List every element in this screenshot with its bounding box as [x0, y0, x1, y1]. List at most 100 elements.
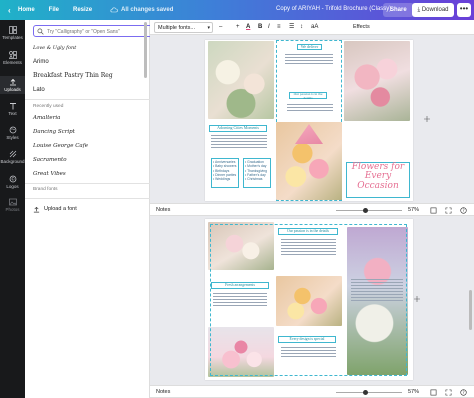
page-number-icon[interactable]: [430, 389, 437, 396]
case-icon[interactable]: aA: [311, 23, 318, 32]
upload-font-button[interactable]: Upload a font: [33, 203, 77, 215]
cursor-icon: [414, 296, 420, 302]
download-label: Download: [421, 7, 449, 13]
list-item: Weddings: [213, 177, 237, 181]
chevron-down-icon: ▾: [207, 25, 210, 31]
help-icon[interactable]: ?: [460, 207, 467, 214]
font-item-recent[interactable]: Dancing Script: [33, 126, 163, 138]
spacing-icon[interactable]: ↕: [300, 23, 303, 32]
script-title-line-1: Flowers for Every: [351, 162, 405, 182]
rail-item-logos[interactable]: © Logos: [0, 175, 25, 189]
bold-button[interactable]: B: [258, 23, 262, 32]
home-button[interactable]: Home: [0, 6, 42, 15]
top-bar: Home File Resize All changes saved Copy …: [0, 0, 474, 20]
page-1-bar: Notes 57% ?: [150, 203, 474, 216]
font-item-lato[interactable]: Lato ✓: [33, 84, 163, 96]
list-item: Christmas: [245, 177, 269, 181]
zoom-slider[interactable]: [336, 208, 402, 213]
rail-label: Uploads: [4, 87, 21, 92]
panel-scrollbar[interactable]: [144, 22, 147, 78]
font-name: Lato: [33, 87, 45, 93]
font-size-decrease-button[interactable]: –: [219, 23, 222, 32]
zoom-level[interactable]: 57%: [408, 389, 419, 395]
styles-icon: [9, 126, 16, 134]
guide-box: [210, 224, 407, 376]
heading-we-deliver[interactable]: We deliver: [297, 44, 322, 50]
zoom-level[interactable]: 57%: [408, 207, 419, 213]
rail-item-text[interactable]: Text: [0, 102, 25, 116]
rail-item-photos[interactable]: Photos: [0, 198, 25, 212]
body-text[interactable]: [285, 54, 333, 64]
font-item-recent[interactable]: Louise George Cafe: [33, 140, 163, 152]
rail-label: Background: [0, 159, 25, 164]
page-2-bar: Notes 57% ?: [150, 385, 474, 398]
rail-label: Logos: [6, 184, 19, 189]
rail-item-elements[interactable]: Elements: [0, 51, 25, 65]
zoom-slider-thumb[interactable]: [363, 390, 369, 395]
list-icon[interactable]: ☰: [289, 23, 294, 32]
event-list-right[interactable]: Graduation Mother's day Thanksgiving Fat…: [243, 158, 271, 188]
effects-button[interactable]: Effects: [353, 23, 370, 32]
font-panel: Love & Ugly font ✓ Arimo ✓ Breakfast Pas…: [25, 20, 166, 398]
font-item-recent[interactable]: Sacramento: [33, 154, 163, 166]
download-icon: ⤓: [417, 7, 421, 13]
expand-icon[interactable]: [445, 207, 452, 214]
divider: [25, 183, 150, 184]
body-text[interactable]: [287, 104, 333, 111]
notes-button[interactable]: Notes: [156, 389, 170, 395]
italic-button[interactable]: I: [268, 23, 270, 32]
event-list-left[interactable]: Anniversaries Baby showers Birthdays Din…: [211, 158, 239, 188]
rail-label: Elements: [3, 60, 22, 65]
share-button[interactable]: Share: [383, 3, 414, 17]
font-item-recent[interactable]: Great Vibes: [33, 168, 163, 180]
font-size-increase-button[interactable]: +: [236, 23, 240, 32]
download-button[interactable]: ⤓ Download: [412, 3, 454, 17]
zoom-slider-thumb[interactable]: [363, 208, 369, 213]
flower-photo[interactable]: [344, 41, 410, 121]
brochure-page-1[interactable]: We deliver Our passion is in the details…: [205, 40, 413, 201]
list-item: Mother's day: [245, 164, 269, 168]
background-icon: [9, 150, 16, 158]
expand-icon[interactable]: [445, 389, 452, 396]
page-number-icon[interactable]: [430, 207, 437, 214]
save-status-text: All changes saved: [121, 7, 174, 13]
script-title[interactable]: Flowers for Every Occasion: [346, 162, 410, 198]
font-dropdown-value: Multiple fonts...: [158, 25, 195, 31]
recently-used-label: Recently used: [33, 104, 64, 109]
font-name: Arimo: [33, 59, 49, 65]
notes-button[interactable]: Notes: [156, 207, 170, 213]
rail-item-templates[interactable]: Templates: [0, 26, 25, 40]
text-color-button[interactable]: A: [246, 23, 250, 32]
align-icon[interactable]: ≡: [277, 23, 281, 32]
font-dropdown[interactable]: Multiple fonts... ▾: [154, 22, 213, 33]
heading-passion[interactable]: Our passion is in the details: [289, 92, 327, 100]
font-name: Breakfast Pastry Thin Reg: [33, 72, 113, 79]
svg-text:?: ?: [462, 390, 464, 395]
cursor-icon: [424, 116, 430, 122]
rail-label: Templates: [2, 35, 23, 40]
templates-icon: [8, 26, 17, 34]
rail-item-uploads[interactable]: Uploads: [0, 76, 25, 94]
rail-item-background[interactable]: Background: [0, 150, 25, 164]
body-text[interactable]: [211, 135, 267, 148]
more-options-button[interactable]: •••: [457, 3, 471, 17]
font-item-recent[interactable]: Amalteria: [33, 112, 163, 124]
font-search-input[interactable]: [47, 27, 165, 36]
flower-photo[interactable]: [208, 41, 274, 119]
logos-icon: ©: [9, 175, 16, 183]
rail-label: Styles: [6, 135, 19, 140]
zoom-slider[interactable]: [336, 390, 402, 395]
heading-adorning[interactable]: Adorning Cities Moments: [209, 125, 267, 132]
resize-menu[interactable]: Resize: [66, 7, 99, 13]
brochure-page-2[interactable]: Our passion is in the details Fresh arra…: [205, 219, 413, 380]
photos-icon: [8, 198, 17, 206]
svg-text:©: ©: [11, 177, 15, 182]
search-icon: [37, 28, 44, 35]
divider: [25, 99, 150, 100]
help-icon[interactable]: ?: [460, 389, 467, 396]
document-title[interactable]: Copy of ARIYAH - Trifold Brochure (Class…: [276, 6, 391, 12]
rail-item-styles[interactable]: Styles: [0, 126, 25, 140]
file-menu[interactable]: File: [42, 7, 66, 13]
canvas-scrollbar[interactable]: [469, 290, 472, 330]
upload-icon: [33, 206, 40, 212]
